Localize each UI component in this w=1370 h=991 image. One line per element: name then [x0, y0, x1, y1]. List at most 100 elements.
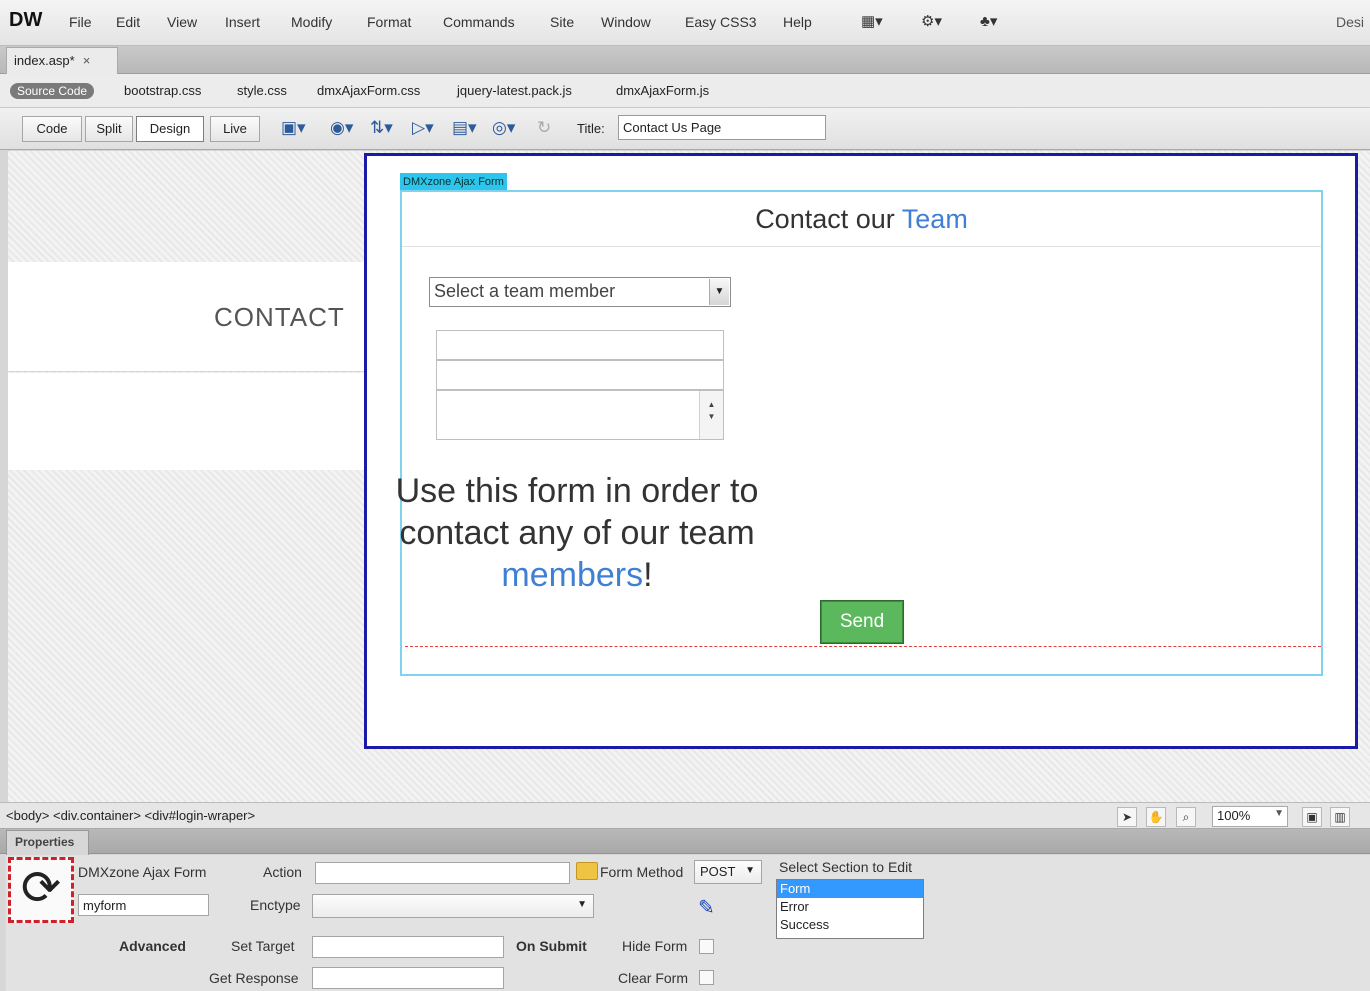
team-member-select[interactable]: Select a team member ▼ [429, 277, 731, 307]
workspace-switcher[interactable]: Desi [1336, 14, 1364, 30]
title-input[interactable] [618, 115, 826, 140]
component-name: DMXzone Ajax Form [78, 864, 207, 880]
set-target-label: Set Target [231, 938, 295, 954]
name-field[interactable] [436, 330, 724, 360]
browser-preview-icon[interactable]: ◉▾ [330, 118, 353, 138]
related-files-bar: Source Code bootstrap.css style.css dmxA… [0, 74, 1370, 108]
layout-icon[interactable]: ▦▾ [861, 12, 883, 30]
zoom-icon[interactable]: ⌕ [1176, 807, 1196, 827]
zoom-value: 100% [1217, 808, 1251, 823]
folder-icon[interactable] [576, 862, 598, 880]
w3c-validation-icon[interactable]: ▷▾ [412, 118, 434, 138]
title-label: Title: [577, 121, 605, 136]
advanced-label: Advanced [119, 938, 186, 954]
action-label: Action [263, 864, 302, 880]
scrollbar[interactable]: ▲ ▼ [699, 391, 723, 439]
set-target-input[interactable] [312, 936, 504, 958]
zoom-select[interactable]: 100% ▼ [1212, 806, 1288, 827]
properties-tabstrip: Properties [0, 829, 1370, 855]
send-button[interactable]: Send [820, 600, 904, 644]
pin-icon[interactable]: ✎ [698, 895, 715, 920]
form-tag-label[interactable]: DMXzone Ajax Form [400, 173, 507, 191]
section-list[interactable]: Form Error Success [776, 879, 924, 939]
hide-form-checkbox[interactable] [699, 939, 714, 954]
split-view-button[interactable]: Split [85, 116, 133, 142]
form-method-select[interactable]: POST ▼ [694, 860, 762, 884]
design-view: CONTACT DMXzone Ajax Form Contact our Te… [8, 151, 1370, 802]
get-response-input[interactable] [312, 967, 504, 989]
section-divider [405, 646, 1321, 647]
on-submit-label: On Submit [516, 938, 587, 954]
properties-tab[interactable]: Properties [6, 830, 89, 855]
get-response-label: Get Response [209, 970, 299, 986]
gear-icon[interactable]: ⚙▾ [921, 12, 942, 30]
hide-form-label: Hide Form [622, 938, 688, 954]
related-file-jquery[interactable]: jquery-latest.pack.js [457, 83, 572, 98]
chevron-down-icon: ▼ [745, 865, 755, 876]
ajax-form[interactable]: Contact our Team Select a team member ▼ … [396, 190, 1323, 676]
code-view-button[interactable]: Code [22, 116, 82, 142]
dw-logo: DW [9, 9, 43, 31]
intro-accent: members [501, 556, 644, 594]
action-input[interactable] [315, 862, 570, 884]
menu-site[interactable]: Site [550, 14, 574, 30]
form-name-input[interactable] [78, 894, 209, 916]
form-heading-accent: Team [901, 204, 968, 234]
menu-format[interactable]: Format [367, 14, 411, 30]
source-code-button[interactable]: Source Code [10, 83, 95, 99]
file-management-icon[interactable]: ⇅▾ [370, 118, 393, 138]
menu-view[interactable]: View [167, 14, 197, 30]
design-view-button[interactable]: Design [136, 116, 204, 142]
team-member-select-value: Select a team member [434, 281, 616, 301]
pointer-icon[interactable]: ➤ [1117, 807, 1137, 827]
menu-bar: DW File Edit View Insert Modify Format C… [0, 0, 1370, 46]
intro-end: ! [643, 556, 653, 594]
panel-icon[interactable]: ▥ [1330, 807, 1350, 827]
email-field[interactable] [436, 360, 724, 390]
menu-commands[interactable]: Commands [443, 14, 515, 30]
menu-file[interactable]: File [69, 14, 92, 30]
form-heading: Contact our Team [402, 192, 1321, 247]
menu-help[interactable]: Help [783, 14, 812, 30]
status-bar: <body> <div.container> <div#login-wraper… [0, 802, 1370, 829]
live-view-button[interactable]: Live [210, 116, 260, 142]
menu-modify[interactable]: Modify [291, 14, 332, 30]
window-size-icon[interactable]: ▣ [1302, 807, 1322, 827]
document-tab-label: index.asp* [14, 53, 75, 68]
enctype-select[interactable]: ▼ [312, 894, 594, 918]
clear-form-checkbox[interactable] [699, 970, 714, 985]
multiscreen-icon[interactable]: ▣▾ [281, 118, 306, 138]
section-option-form[interactable]: Form [777, 880, 923, 898]
intro-line: contact any of our team [399, 514, 755, 552]
close-icon[interactable]: × [83, 53, 91, 68]
menu-window[interactable]: Window [601, 14, 651, 30]
section-option-success[interactable]: Success [777, 916, 923, 934]
menu-edit[interactable]: Edit [116, 14, 140, 30]
page-band [8, 373, 366, 470]
enctype-label: Enctype [250, 897, 301, 913]
check-browser-icon[interactable]: ▤▾ [452, 118, 477, 138]
intro-text: Use this form in order to contact any of… [392, 470, 762, 596]
chevron-down-icon: ▼ [577, 899, 587, 910]
properties-panel: Properties ⟳ DMXzone Ajax Form Action Fo… [0, 829, 1370, 991]
chevron-down-icon[interactable]: ▼ [709, 279, 729, 305]
menu-insert[interactable]: Insert [225, 14, 260, 30]
related-file-style[interactable]: style.css [237, 83, 287, 98]
document-toolbar: Code Split Design Live ▣▾ ◉▾ ⇅▾ ▷▾ ▤▾ ◎▾… [0, 108, 1370, 150]
related-file-dmxajaxform-js[interactable]: dmxAjaxForm.js [616, 83, 709, 98]
section-option-error[interactable]: Error [777, 898, 923, 916]
visual-aids-icon[interactable]: ◎▾ [492, 118, 515, 138]
chevron-down-icon: ▼ [1274, 808, 1284, 819]
intro-line: Use this form in order to [395, 472, 759, 510]
related-file-bootstrap[interactable]: bootstrap.css [124, 83, 201, 98]
tag-selector[interactable]: <body> <div.container> <div#login-wraper… [6, 808, 255, 823]
refresh-icon[interactable]: ↻ [537, 118, 551, 138]
form-method-value: POST [700, 864, 736, 879]
menu-easy-css3[interactable]: Easy CSS3 [685, 14, 757, 30]
site-icon[interactable]: ♣▾ [980, 12, 997, 30]
hand-icon[interactable]: ✋ [1146, 807, 1166, 827]
related-file-dmxajaxform-css[interactable]: dmxAjaxForm.css [317, 83, 420, 98]
message-textarea[interactable]: ▲ ▼ [436, 390, 724, 440]
login-wrapper[interactable]: DMXzone Ajax Form Contact our Team Selec… [364, 153, 1358, 749]
document-tab[interactable]: index.asp* × [6, 47, 118, 75]
